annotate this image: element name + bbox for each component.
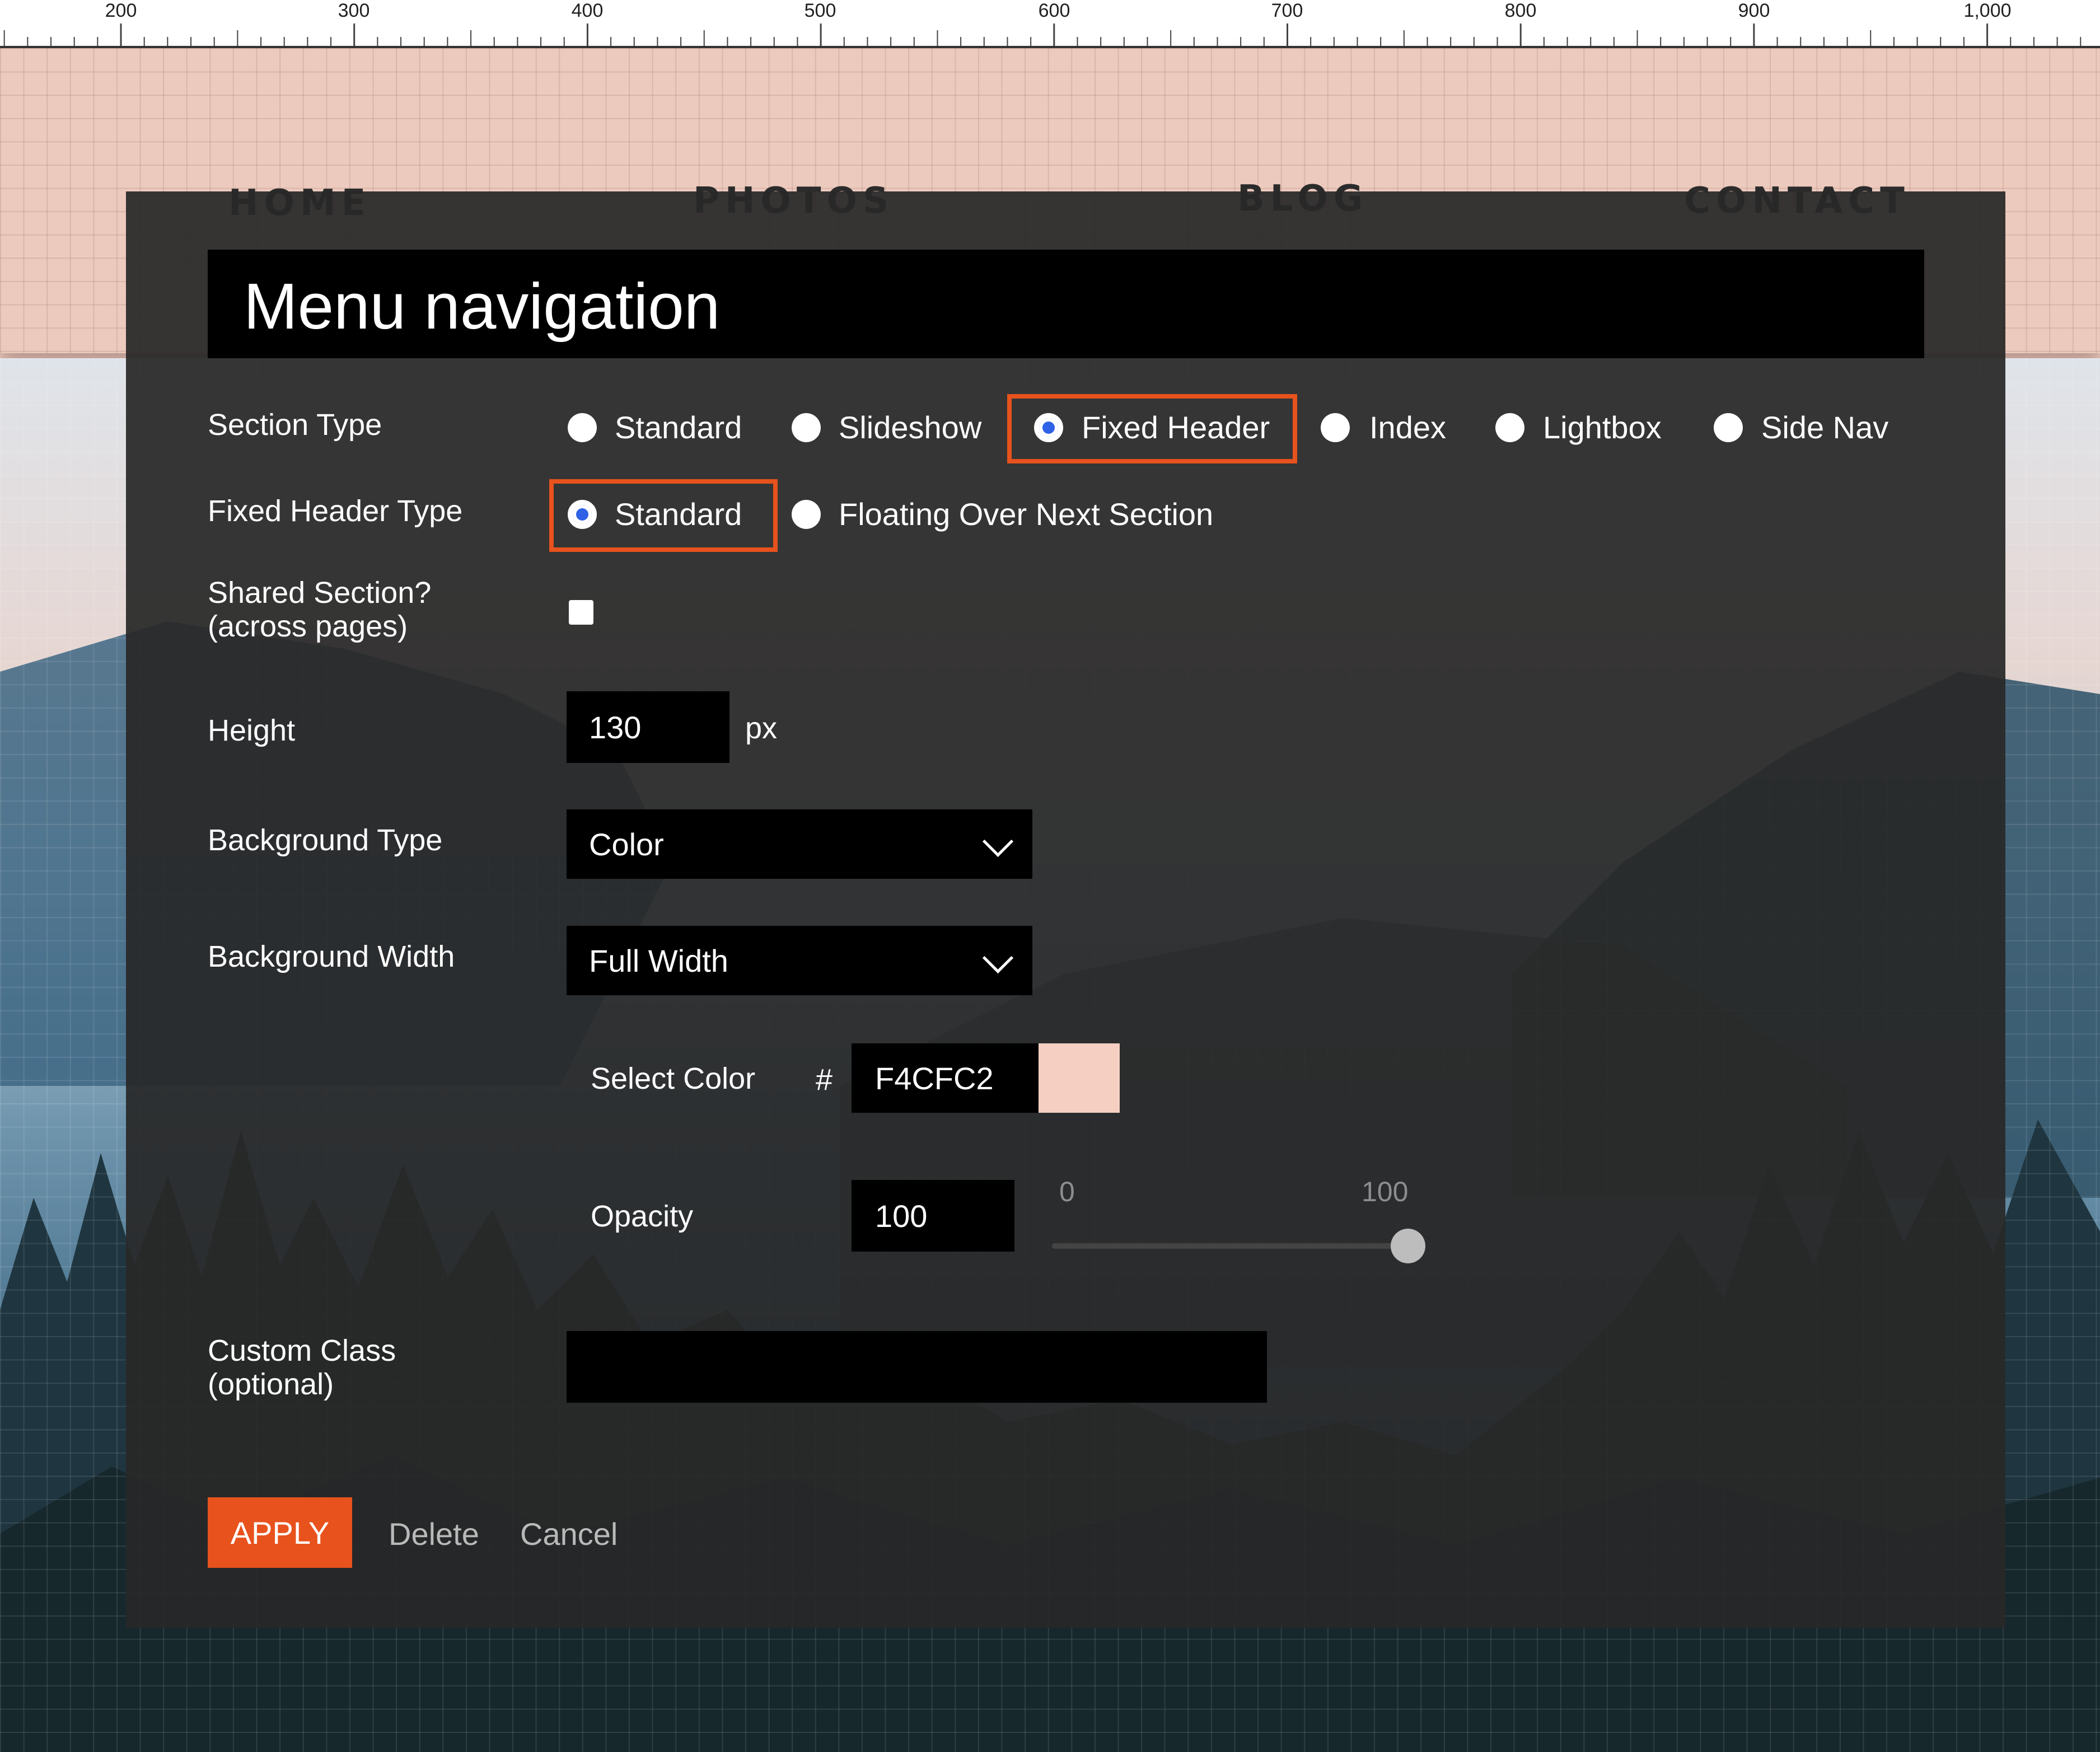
ruler-mark: 400 [571, 0, 604, 21]
delete-button[interactable]: Delete [389, 1516, 479, 1552]
opacity-label: Opacity [591, 1200, 694, 1233]
opacity-input[interactable]: 100 [852, 1180, 1014, 1252]
section-type-fixed-header-radio[interactable] [1034, 413, 1063, 442]
color-hex-input[interactable]: F4CFC2 [852, 1043, 1039, 1113]
section-type-standard-label[interactable]: Standard [615, 410, 742, 446]
background-type-value: Color [589, 826, 664, 862]
opacity-min-label: 0 [1059, 1176, 1075, 1207]
ruler: 200 300 400 500 600 700 800 900 1,000 [0, 0, 2100, 48]
section-type-slideshow-radio[interactable] [792, 413, 821, 442]
ruler-mark: 600 [1038, 0, 1070, 21]
apply-button[interactable]: APPLY [208, 1497, 352, 1568]
cancel-button[interactable]: Cancel [520, 1516, 618, 1552]
select-color-label: Select Color [591, 1062, 756, 1095]
background-type-select[interactable]: Color [567, 809, 1032, 879]
ruler-mark: 200 [105, 0, 137, 21]
ruler-mark: 300 [338, 0, 370, 21]
dialog-title-bar: Menu navigation [208, 250, 1924, 358]
ruler-mark: 1,000 [1963, 0, 2012, 21]
fixed-header-standard-radio[interactable] [568, 500, 597, 529]
section-type-lightbox-label[interactable]: Lightbox [1543, 410, 1662, 446]
section-type-slideshow-label[interactable]: Slideshow [839, 410, 981, 446]
custom-class-label: Custom Class [208, 1334, 396, 1367]
shared-section-checkbox[interactable] [569, 600, 593, 625]
section-type-lightbox-radio[interactable] [1495, 413, 1524, 442]
fixed-header-floating-label[interactable]: Floating Over Next Section [839, 496, 1213, 532]
custom-class-input[interactable] [567, 1331, 1267, 1403]
shared-section-sublabel: (across pages) [208, 610, 408, 643]
section-type-index-label[interactable]: Index [1369, 410, 1446, 446]
ruler-mark: 500 [804, 0, 836, 21]
ruler-mark: 900 [1738, 0, 1770, 21]
custom-class-sublabel: (optional) [208, 1367, 334, 1401]
shared-section-label: Shared Section? [208, 576, 432, 610]
menu-navigation-dialog: Menu navigation Section Type Standard Sl… [126, 191, 2005, 1628]
opacity-max-label: 100 [1362, 1176, 1409, 1207]
section-type-index-radio[interactable] [1321, 413, 1350, 442]
fixed-header-floating-radio[interactable] [792, 500, 821, 529]
color-swatch[interactable] [1039, 1043, 1120, 1113]
ruler-mark: 800 [1504, 0, 1537, 21]
background-width-select[interactable]: Full Width [567, 926, 1032, 995]
section-type-fixed-header-label[interactable]: Fixed Header [1082, 410, 1270, 446]
opacity-slider-handle[interactable] [1391, 1229, 1425, 1263]
fixed-header-standard-label[interactable]: Standard [615, 496, 742, 532]
height-input[interactable]: 130 [567, 691, 729, 763]
opacity-value: 100 [875, 1198, 928, 1234]
height-unit: px [745, 711, 778, 745]
dialog-title: Menu navigation [244, 270, 721, 343]
background-type-label: Background Type [208, 823, 443, 857]
section-type-label: Section Type [208, 408, 382, 442]
background-width-label: Background Width [208, 940, 455, 973]
height-value: 130 [589, 709, 642, 745]
background-width-value: Full Width [589, 943, 728, 978]
section-type-side-nav-label[interactable]: Side Nav [1761, 410, 1888, 446]
ruler-mark: 700 [1271, 0, 1303, 21]
hash-symbol: # [816, 1063, 833, 1097]
section-type-side-nav-radio[interactable] [1714, 413, 1743, 442]
opacity-slider-track[interactable] [1052, 1243, 1408, 1249]
height-label: Height [208, 714, 296, 747]
color-hex-value: F4CFC2 [875, 1060, 994, 1096]
fixed-header-type-label: Fixed Header Type [208, 494, 463, 528]
section-type-standard-radio[interactable] [568, 413, 597, 442]
